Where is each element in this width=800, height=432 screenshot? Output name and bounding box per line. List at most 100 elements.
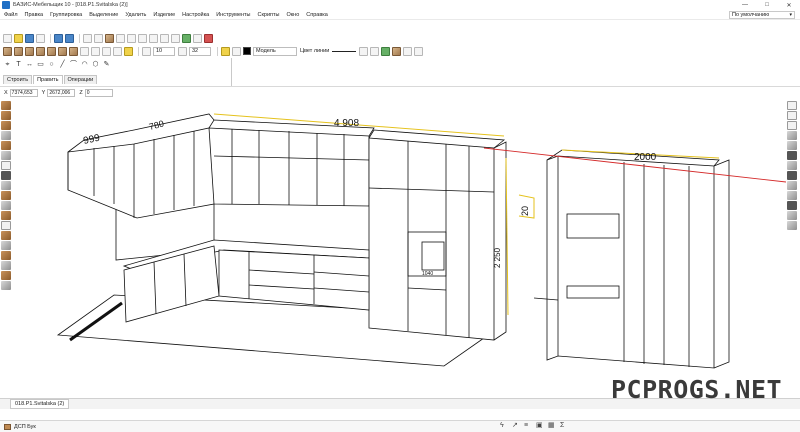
snap-icon[interactable]: [171, 33, 180, 43]
view-left-icon[interactable]: [25, 46, 34, 56]
panel-tool-icon[interactable]: [1, 101, 11, 110]
plinth-icon[interactable]: [1, 211, 11, 220]
redo-icon[interactable]: [65, 33, 74, 43]
pointer-icon[interactable]: [204, 33, 213, 43]
view-iso-icon[interactable]: [69, 46, 78, 56]
dimension-icon[interactable]: ↔: [25, 60, 34, 69]
cylinder-icon[interactable]: [1, 251, 11, 260]
hinge-icon[interactable]: [1, 181, 11, 190]
outline-icon[interactable]: [787, 111, 797, 120]
document-tab[interactable]: 018.P1.Svitalska (2): [10, 399, 70, 409]
menu-scripts[interactable]: Скрипты: [258, 12, 280, 18]
rectangle-icon[interactable]: ▭: [36, 60, 45, 69]
menu-tools[interactable]: Инструменты: [216, 12, 250, 18]
box-icon[interactable]: [787, 131, 797, 140]
menu-edit[interactable]: Правка: [25, 12, 44, 18]
line-style-icon[interactable]: [142, 46, 151, 56]
drawing-canvas[interactable]: 4 908 999 780 2 250 20 2000 1040: [14, 100, 786, 396]
tab-operations[interactable]: Операции: [63, 75, 98, 84]
cube-view-icon[interactable]: [105, 33, 114, 43]
frame-icon[interactable]: [787, 121, 797, 130]
text-icon[interactable]: T: [14, 60, 23, 69]
extrude-icon[interactable]: [1, 271, 11, 280]
shelf-icon[interactable]: [1, 191, 11, 200]
new-file-icon[interactable]: [3, 33, 12, 43]
layers-icon[interactable]: ≡: [524, 422, 532, 430]
pipe-icon[interactable]: [787, 191, 797, 200]
y-coordinate-input[interactable]: 2672,006: [47, 89, 76, 97]
line-type-icon[interactable]: [178, 46, 187, 56]
pan-icon[interactable]: [116, 33, 125, 43]
cursor-icon[interactable]: ⌖: [3, 60, 12, 69]
hexagon-icon[interactable]: ⬡: [91, 60, 100, 69]
wireframe-icon[interactable]: [80, 46, 89, 56]
arrow-icon[interactable]: ↗: [512, 422, 520, 430]
grid-icon[interactable]: ▦: [548, 422, 556, 430]
layer-select[interactable]: Модель: [253, 46, 297, 56]
fitting-icon[interactable]: [1, 171, 11, 180]
properties-icon[interactable]: [370, 46, 380, 56]
arc-icon[interactable]: ◠: [80, 60, 89, 69]
rail-icon[interactable]: [787, 201, 797, 210]
pencil-icon[interactable]: ✎: [102, 60, 111, 69]
cube-icon[interactable]: ▣: [536, 422, 544, 430]
menu-file[interactable]: Файл: [4, 12, 18, 18]
select-all-icon[interactable]: [787, 101, 797, 110]
undo-icon[interactable]: [54, 33, 63, 43]
assembly-icon[interactable]: [1, 281, 11, 290]
hidden-lines-icon[interactable]: [102, 46, 111, 56]
panel-dark-icon[interactable]: [787, 171, 797, 180]
menu-window[interactable]: Окно: [286, 12, 299, 18]
rotate-icon[interactable]: [127, 33, 136, 43]
close-button[interactable]: ✕: [778, 0, 800, 10]
perspective-icon[interactable]: [113, 46, 122, 56]
light-icon[interactable]: [124, 46, 133, 56]
line-width-field-2[interactable]: 32: [189, 46, 211, 56]
options-icon[interactable]: [414, 46, 424, 56]
minimize-button[interactable]: —: [734, 0, 756, 10]
sort-order-select[interactable]: По умолчанию: [729, 11, 795, 19]
stack-icon[interactable]: [787, 181, 797, 190]
grid-icon[interactable]: [160, 33, 169, 43]
bolt-icon[interactable]: ϟ: [500, 422, 508, 430]
cone-icon[interactable]: [1, 241, 11, 250]
tab-build[interactable]: Строить: [3, 75, 33, 84]
x-coordinate-input[interactable]: 7374,653: [9, 89, 38, 97]
vertical-panel-icon[interactable]: [1, 111, 11, 120]
zoom-window-icon[interactable]: [138, 33, 147, 43]
layer-color-swatch[interactable]: [243, 47, 251, 55]
block-icon[interactable]: [1, 261, 11, 270]
menu-delete[interactable]: Удалить: [125, 12, 146, 18]
maximize-button[interactable]: □: [756, 0, 778, 10]
menu-product[interactable]: Изделие: [153, 12, 175, 18]
save-icon[interactable]: [25, 33, 34, 43]
select-arrow-icon[interactable]: [83, 33, 92, 43]
z-coordinate-input[interactable]: 0: [84, 89, 113, 97]
color-dropdown-icon[interactable]: [359, 46, 369, 56]
circle-icon[interactable]: ○: [47, 60, 56, 69]
corner-icon[interactable]: [787, 161, 797, 170]
sphere-icon[interactable]: [1, 231, 11, 240]
slot-icon[interactable]: [787, 221, 797, 230]
polyline-icon[interactable]: ⌒: [69, 60, 78, 69]
line-color-sample[interactable]: [332, 50, 357, 52]
view-front-icon[interactable]: [3, 46, 12, 56]
view-bottom-icon[interactable]: [58, 46, 67, 56]
line-icon[interactable]: ╱: [58, 60, 67, 69]
render-icon[interactable]: [403, 46, 413, 56]
open-folder-icon[interactable]: [14, 33, 23, 43]
bulb-icon[interactable]: [221, 46, 230, 56]
back-wall-icon[interactable]: [1, 131, 11, 140]
line-width-field[interactable]: 10: [153, 46, 175, 56]
handle-icon[interactable]: [1, 201, 11, 210]
menu-selection[interactable]: Выделение: [89, 12, 118, 18]
sigma-icon[interactable]: Σ: [560, 422, 568, 430]
view-back-icon[interactable]: [14, 46, 23, 56]
shade-icon[interactable]: [787, 151, 797, 160]
zoom-all-icon[interactable]: [149, 33, 158, 43]
material-icon[interactable]: [381, 46, 391, 56]
measure-icon[interactable]: [193, 33, 202, 43]
tab-edit[interactable]: Править: [33, 75, 63, 84]
zoom-icon[interactable]: [94, 33, 103, 43]
view-top-icon[interactable]: [47, 46, 56, 56]
